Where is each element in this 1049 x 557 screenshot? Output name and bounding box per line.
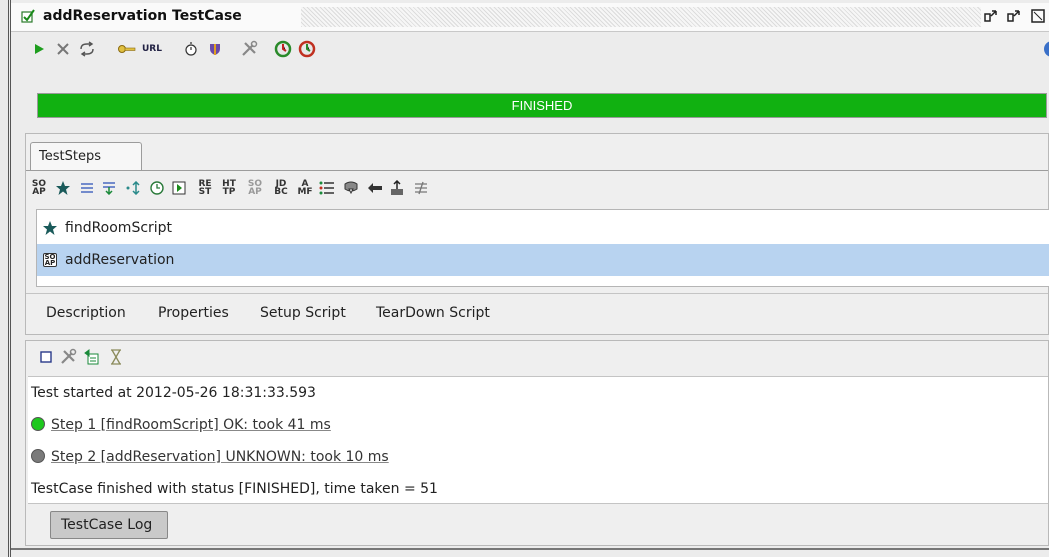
status-ok-icon: [31, 417, 45, 431]
progress-status-label: FINISHED: [511, 98, 573, 113]
window-bottom-border: [11, 548, 1049, 550]
teststep-label: addReservation: [65, 252, 175, 268]
status-unknown-icon: [31, 449, 45, 463]
timer-icon[interactable]: [181, 39, 201, 59]
testcase-toolbar: URL: [11, 37, 1049, 65]
add-mock-response-icon[interactable]: SO AP: [246, 178, 264, 198]
groovy-star-icon: [41, 219, 59, 237]
loop-icon[interactable]: [77, 39, 97, 59]
teststep-label: findRoomScript: [65, 220, 173, 236]
add-properties-step-icon[interactable]: [78, 178, 96, 198]
security-icon[interactable]: [297, 39, 317, 59]
title-bar: addReservation TestCase: [11, 3, 1049, 32]
testcase-log-panel: Test started at 2012-05-26 18:31:33.593 …: [25, 340, 1049, 546]
cancel-icon[interactable]: [53, 39, 73, 59]
restore-icon[interactable]: [983, 8, 999, 28]
tools-icon[interactable]: [239, 39, 259, 59]
window-title: addReservation TestCase: [43, 8, 242, 24]
testcase-window: addReservation TestCase URL FINISHED Tes…: [8, 0, 1049, 557]
teststeps-panel: TestSteps SO AP RE ST HT TP SO AP JD BC …: [25, 133, 1049, 335]
restore-icon[interactable]: [1006, 8, 1022, 28]
teststep-row-addreservation[interactable]: SO AP addReservation: [37, 244, 1049, 276]
tools-icon[interactable]: [58, 347, 78, 367]
add-dropdown-step-icon[interactable]: [342, 178, 360, 198]
add-upload-step-icon[interactable]: [388, 178, 406, 198]
teststep-row-findroomscript[interactable]: findRoomScript: [37, 212, 1049, 244]
loadtest-icon[interactable]: [273, 39, 293, 59]
log-step-2-link[interactable]: Step 2 [addReservation] UNKNOWN: took 10…: [51, 449, 389, 465]
tab-divider: [26, 170, 1048, 171]
clear-icon[interactable]: [36, 347, 56, 367]
log-started-line: Test started at 2012-05-26 18:31:33.593: [31, 385, 316, 401]
log-step-1[interactable]: Step 1 [findRoomScript] OK: took 41 ms: [31, 417, 331, 433]
add-move-step-icon[interactable]: [366, 178, 384, 198]
log-finished-line: TestCase finished with status [FINISHED]…: [31, 481, 438, 497]
add-groovy-step-icon[interactable]: [54, 178, 72, 198]
tab-setup-script[interactable]: Setup Script: [260, 305, 346, 321]
url-icon[interactable]: URL: [139, 39, 165, 59]
add-soap-step-icon[interactable]: SO AP: [30, 178, 48, 198]
add-jdbc-step-icon[interactable]: JD BC: [272, 178, 290, 198]
add-conditional-goto-icon[interactable]: [124, 178, 142, 198]
testcase-check-icon: [21, 9, 35, 23]
add-assertion-step-icon[interactable]: [412, 178, 430, 198]
add-manual-step-icon[interactable]: [318, 178, 336, 198]
add-http-step-icon[interactable]: HT TP: [220, 178, 238, 198]
tab-properties[interactable]: Properties: [158, 305, 229, 321]
export-icon[interactable]: [82, 347, 102, 367]
tab-description[interactable]: Description: [46, 305, 126, 321]
add-delay-step-icon[interactable]: [148, 178, 166, 198]
teststeps-bottom-tabs: Description Properties Setup Script Tear…: [26, 293, 1048, 334]
add-property-transfer-icon[interactable]: [100, 178, 118, 198]
title-drag-area[interactable]: [301, 7, 981, 27]
hourglass-icon[interactable]: [106, 347, 126, 367]
tab-teststeps[interactable]: TestSteps: [30, 142, 142, 170]
log-step-1-link[interactable]: Step 1 [findRoomScript] OK: took 41 ms: [51, 417, 331, 433]
soap-icon-text: SO AP: [43, 253, 57, 267]
teststeps-list: findRoomScript SO AP addReservation: [36, 209, 1049, 287]
maximize-icon[interactable]: [1031, 8, 1045, 28]
tab-testcase-log[interactable]: TestCase Log: [50, 511, 168, 539]
soap-request-icon: SO AP: [41, 251, 59, 269]
shield-icon[interactable]: [205, 39, 225, 59]
log-toolbar: [36, 347, 236, 369]
status-progress-bar: FINISHED: [37, 93, 1047, 118]
tab-teardown-script[interactable]: TearDown Script: [376, 305, 490, 321]
globe-icon[interactable]: [1037, 39, 1049, 59]
log-output: Test started at 2012-05-26 18:31:33.593 …: [28, 376, 1048, 504]
log-step-2[interactable]: Step 2 [addReservation] UNKNOWN: took 10…: [31, 449, 389, 465]
add-run-testcase-icon[interactable]: [170, 178, 188, 198]
teststeps-toolbar: SO AP RE ST HT TP SO AP JD BC A MF: [30, 178, 1030, 200]
key-icon[interactable]: [117, 39, 137, 59]
add-rest-step-icon[interactable]: RE ST: [196, 178, 214, 198]
run-icon[interactable]: [29, 39, 49, 59]
add-amf-step-icon[interactable]: A MF: [296, 178, 314, 198]
